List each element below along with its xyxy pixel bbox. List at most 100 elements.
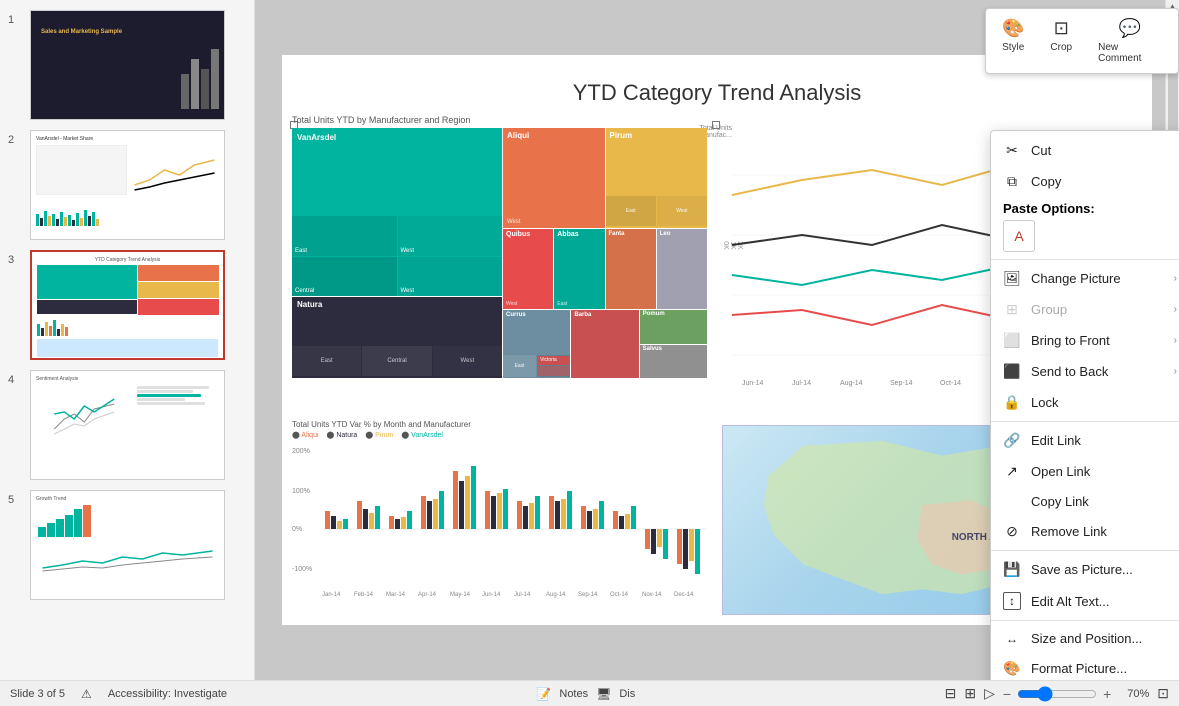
status-bar: Slide 3 of 5 ⚠ Accessibility: Investigat… <box>0 680 1179 706</box>
size-position-icon: ↔ <box>1003 632 1021 646</box>
zoom-in-button[interactable]: + <box>1103 686 1111 702</box>
copy-icon: ⧉ <box>1003 173 1021 190</box>
slide-thumb-3[interactable]: YTD Category Trend Analysis <box>30 250 225 360</box>
ctx-edit-alt-text[interactable]: ↕ Edit Alt Text... <box>991 585 1179 617</box>
ctx-copy[interactable]: ⧉ Copy <box>991 166 1179 197</box>
svg-text:Sep-14: Sep-14 <box>578 592 598 598</box>
svg-text:Nov-14: Nov-14 <box>642 592 662 598</box>
crop-button[interactable]: ⊡ Crop <box>1044 15 1078 67</box>
slide-thumb-4[interactable]: Sentiment Analysis <box>30 370 225 480</box>
ctx-cut[interactable]: ✂ Cut <box>991 135 1179 166</box>
ctx-open-link[interactable]: ↗ Open Link <box>991 456 1179 487</box>
svg-text:100%: 100% <box>292 488 310 495</box>
edit-link-icon: 🔗 <box>1003 432 1021 449</box>
ctx-save-as-picture[interactable]: 💾 Save as Picture... <box>991 554 1179 585</box>
paste-label: Paste Options: <box>1003 201 1177 216</box>
svg-text:Aug-14: Aug-14 <box>546 592 566 598</box>
group-icon: ⊞ <box>1003 301 1021 318</box>
ctx-paste-section: Paste Options: A <box>991 197 1179 256</box>
slide-item-4[interactable]: 4 Sentiment Analysis <box>6 368 248 482</box>
svg-text:Mar-14: Mar-14 <box>386 592 406 598</box>
treemap-chart[interactable]: Total Units YTD by Manufacturer and Regi… <box>292 115 707 395</box>
ctx-lock[interactable]: 🔒 Lock <box>991 387 1179 418</box>
ctx-edit-link[interactable]: 🔗 Edit Link <box>991 425 1179 456</box>
svg-text:Sep-14: Sep-14 <box>890 380 913 387</box>
ctx-format-picture[interactable]: 🎨 Format Picture... <box>991 653 1179 680</box>
slide-title: YTD Category Trend Analysis <box>573 80 862 106</box>
zoom-out-button[interactable]: − <box>1003 686 1011 702</box>
new-comment-ribbon-button[interactable]: 💬 New Comment <box>1092 15 1168 67</box>
ctx-cut-label: Cut <box>1031 143 1177 158</box>
remove-link-icon: ⊘ <box>1003 523 1021 540</box>
view-normal-icon[interactable]: ⊟ <box>945 685 957 702</box>
bring-to-front-icon: ⬜ <box>1003 332 1021 349</box>
save-as-picture-icon: 💾 <box>1003 561 1021 578</box>
send-to-back-icon: ⬛ <box>1003 363 1021 380</box>
slide-panel[interactable]: 1 Sales and Marketing Sample 2 <box>0 0 255 680</box>
ctx-edit-link-label: Edit Link <box>1031 433 1177 448</box>
ctx-size-and-position[interactable]: ↔ Size and Position... <box>991 624 1179 653</box>
slide-thumb-2[interactable]: VanArsdel - Market Share <box>30 130 225 240</box>
notes-button[interactable]: Notes <box>559 688 588 700</box>
slide-item-2[interactable]: 2 VanArsdel - Market Share <box>6 128 248 242</box>
style-icon: 🎨 <box>1002 18 1024 39</box>
crop-label: Crop <box>1050 42 1072 53</box>
style-button[interactable]: 🎨 Style <box>996 15 1030 67</box>
ctx-size-and-position-label: Size and Position... <box>1031 631 1177 646</box>
send-to-back-arrow: › <box>1174 366 1177 377</box>
svg-text:Oct-14: Oct-14 <box>940 380 961 387</box>
slide-item-5[interactable]: 5 Growth Trend <box>6 488 248 602</box>
new-comment-ribbon-icon: 💬 <box>1119 18 1141 39</box>
group-arrow: › <box>1174 304 1177 315</box>
slide-item-1[interactable]: 1 Sales and Marketing Sample <box>6 8 248 122</box>
accessibility-text[interactable]: Accessibility: Investigate <box>108 688 227 700</box>
ctx-group[interactable]: ⊞ Group › <box>991 294 1179 325</box>
crop-icon: ⊡ <box>1054 18 1069 39</box>
ctx-lock-label: Lock <box>1031 395 1177 410</box>
style-label: Style <box>1002 42 1024 53</box>
ctx-change-picture-label: Change Picture <box>1031 271 1164 286</box>
svg-text:Dec-14: Dec-14 <box>674 592 694 598</box>
zoom-slider[interactable] <box>1017 686 1097 702</box>
lock-icon: 🔒 <box>1003 394 1021 411</box>
edit-alt-text-icon: ↕ <box>1003 592 1021 610</box>
slide-thumb-1[interactable]: Sales and Marketing Sample <box>30 10 225 120</box>
ctx-bring-to-front[interactable]: ⬜ Bring to Front › <box>991 325 1179 356</box>
slide-info: Slide 3 of 5 <box>10 688 65 700</box>
notes-icon: 📝 <box>536 687 551 701</box>
ctx-send-to-back-label: Send to Back <box>1031 364 1164 379</box>
svg-text:0%: 0% <box>292 526 302 533</box>
slide-number-2: 2 <box>8 130 24 146</box>
display-icon: 🖥 <box>596 687 611 701</box>
treemap-title: Total Units YTD by Manufacturer and Regi… <box>292 115 707 125</box>
ctx-send-to-back[interactable]: ⬛ Send to Back › <box>991 356 1179 387</box>
slide-thumb-5[interactable]: Growth Trend <box>30 490 225 600</box>
canvas-area: YTD Category Trend Analysis Total Units … <box>255 0 1179 680</box>
paste-icon-btn-1[interactable]: A <box>1003 220 1035 252</box>
svg-text:Aug-14: Aug-14 <box>840 380 863 387</box>
bar-chart-legend: ⬤ Aliqui ⬤ Natura ⬤ Pirum ⬤ VanArsdel <box>292 431 707 439</box>
ctx-copy-label: Copy <box>1031 174 1177 189</box>
ctx-copy-link-label: Copy Link <box>1031 494 1177 509</box>
ctx-save-as-picture-label: Save as Picture... <box>1031 562 1177 577</box>
zoom-level[interactable]: 70% <box>1119 688 1149 700</box>
fit-to-window-icon[interactable]: ⊡ <box>1157 685 1169 702</box>
svg-text:Feb-14: Feb-14 <box>354 592 374 598</box>
slide-item-3[interactable]: 3 YTD Category Trend Analysis <box>6 248 248 362</box>
svg-text:May-14: May-14 <box>450 592 471 598</box>
svg-text:-100%: -100% <box>292 566 312 573</box>
display-text[interactable]: Dis <box>619 688 635 700</box>
svg-text:Jun-14: Jun-14 <box>482 592 501 598</box>
new-comment-ribbon-label: New Comment <box>1098 42 1162 64</box>
svg-text:Oct-14: Oct-14 <box>610 592 629 598</box>
ctx-copy-link[interactable]: Copy Link <box>991 487 1179 516</box>
svg-text:Jul-14: Jul-14 <box>792 380 811 387</box>
view-reading-icon[interactable]: ▷ <box>984 685 995 702</box>
ctx-remove-link[interactable]: ⊘ Remove Link <box>991 516 1179 547</box>
slide-number-1: 1 <box>8 10 24 26</box>
svg-text:Jul-14: Jul-14 <box>514 592 531 598</box>
ctx-edit-alt-text-label: Edit Alt Text... <box>1031 594 1177 609</box>
view-slide-sorter-icon[interactable]: ⊞ <box>964 685 976 702</box>
svg-text:200%: 200% <box>292 448 310 455</box>
ctx-change-picture[interactable]: 🖼 Change Picture › <box>991 263 1179 294</box>
